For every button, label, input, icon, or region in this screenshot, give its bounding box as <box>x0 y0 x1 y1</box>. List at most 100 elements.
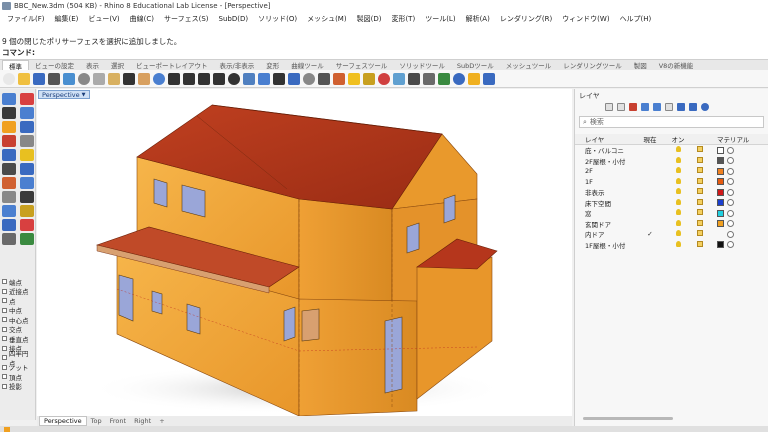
layer-name[interactable]: 非表示 <box>575 187 633 197</box>
tab-select[interactable]: 選択 <box>105 60 130 70</box>
osnap-checkbox[interactable] <box>2 288 7 294</box>
tool-icon-5[interactable] <box>2 121 16 133</box>
menu-help[interactable]: ヘルプ(H) <box>615 14 657 24</box>
zoom-extents-icon[interactable] <box>198 72 210 85</box>
material-icon[interactable] <box>727 230 734 238</box>
layer-lock-cell[interactable] <box>689 209 711 217</box>
layer-color-cell[interactable] <box>711 220 751 228</box>
tab-transform[interactable]: 変形 <box>260 60 285 70</box>
layer-color-cell[interactable] <box>711 178 751 186</box>
bulb-icon[interactable] <box>675 167 681 174</box>
tab-display[interactable]: 表示 <box>80 60 105 70</box>
osnap-checkbox[interactable] <box>2 307 7 313</box>
window-lower-2[interactable] <box>151 290 163 315</box>
layer-lock-cell[interactable] <box>689 240 711 249</box>
layer-color-swatch[interactable] <box>717 220 724 228</box>
layer-name[interactable]: 2F屋根・小付 <box>575 156 633 166</box>
delete-layer-icon[interactable] <box>629 103 637 111</box>
lock-icon[interactable] <box>697 230 703 237</box>
tool-icon-14[interactable] <box>20 177 34 189</box>
column-layer[interactable]: レイヤ <box>575 134 633 144</box>
osnap-item[interactable]: 点 <box>2 296 34 306</box>
hand-icon[interactable] <box>138 72 150 85</box>
tab-viewport-layout[interactable]: ビューポートレイアウト <box>130 60 214 70</box>
lock-icon[interactable] <box>697 209 703 216</box>
material-icon[interactable] <box>727 241 734 249</box>
add-viewport-icon[interactable]: + <box>155 417 168 425</box>
layer-lock-cell[interactable] <box>689 167 711 175</box>
menu-transform[interactable]: 変形(T) <box>386 14 420 24</box>
lock-icon[interactable] <box>697 167 703 174</box>
layer-icon[interactable] <box>258 72 270 85</box>
layer-tools-icon[interactable] <box>689 103 697 111</box>
display-icon[interactable] <box>408 72 420 85</box>
window-upper-3[interactable] <box>406 222 420 254</box>
tab-surface-tools[interactable]: サーフェスツール <box>330 60 394 70</box>
zoom-icon[interactable] <box>168 72 180 85</box>
menu-surface[interactable]: サーフェス(S) <box>159 14 214 24</box>
tool-icon-13[interactable] <box>2 177 16 189</box>
environment-icon[interactable] <box>438 72 450 85</box>
osnap-item[interactable]: 頂点 <box>2 372 34 382</box>
osnap-item[interactable]: 四半円点 <box>2 350 34 368</box>
window-lower-5[interactable] <box>301 308 320 342</box>
material-icon[interactable] <box>727 220 734 228</box>
lock-icon[interactable] <box>697 177 703 184</box>
move-down-icon[interactable] <box>653 103 661 111</box>
osnap-checkbox[interactable] <box>2 364 7 370</box>
layer-color-swatch[interactable] <box>717 231 724 238</box>
layer-search[interactable]: ⌕ 検索 <box>579 116 764 128</box>
tool-icon-1[interactable] <box>2 93 16 105</box>
perspective-viewport[interactable]: Perspective ▼ <box>37 89 572 416</box>
layer-on-cell[interactable] <box>667 146 689 154</box>
tool-icon-16[interactable] <box>20 191 34 203</box>
layer-on-cell[interactable] <box>667 188 689 196</box>
layer-row[interactable]: 非表示 <box>575 187 768 198</box>
osnap-item[interactable]: 端点 <box>2 277 34 287</box>
ray-icon[interactable] <box>393 72 405 85</box>
layer-row[interactable]: 庇・バルコニ <box>575 145 768 156</box>
tab-perspective[interactable]: Perspective <box>39 416 87 426</box>
tool-icon-19[interactable] <box>2 219 16 231</box>
layer-name[interactable]: 1F屋根・小付 <box>575 240 633 250</box>
column-material[interactable]: マテリアル <box>711 134 751 144</box>
command-line[interactable]: コマンド: <box>0 46 768 60</box>
copy-icon[interactable] <box>93 72 105 85</box>
tab-view-settings[interactable]: ビューの設定 <box>29 60 80 70</box>
osnap-item[interactable]: 交点 <box>2 325 34 334</box>
bulb-icon[interactable] <box>675 146 681 153</box>
osnap-checkbox[interactable] <box>2 326 7 332</box>
layer-on-cell[interactable] <box>667 240 689 249</box>
layer-row[interactable]: 内ドア ✓ <box>575 229 768 240</box>
window-lower-3[interactable] <box>186 303 201 335</box>
tab-front[interactable]: Front <box>106 417 130 425</box>
bulb-icon[interactable] <box>348 72 360 85</box>
layer-color-swatch[interactable] <box>717 146 724 154</box>
layer-on-cell[interactable] <box>667 167 689 175</box>
layer-color-cell[interactable] <box>711 241 751 249</box>
layer-color-swatch[interactable] <box>717 209 724 217</box>
lock-icon[interactable] <box>697 156 703 163</box>
osnap-checkbox[interactable] <box>2 317 7 323</box>
layer-color-cell[interactable] <box>711 157 751 165</box>
tab-curve-tools[interactable]: 曲線ツール <box>285 60 330 70</box>
menu-curve[interactable]: 曲線(C) <box>125 14 159 24</box>
print-icon[interactable] <box>48 72 60 85</box>
layer-color-cell[interactable] <box>711 146 751 154</box>
menu-dimension[interactable]: 製図(D) <box>352 14 387 24</box>
snap-icon[interactable] <box>303 72 315 85</box>
sphere-icon[interactable] <box>423 72 435 85</box>
layer-color-cell[interactable] <box>711 167 751 175</box>
layer-color-swatch[interactable] <box>717 167 724 175</box>
upper-right-wall[interactable] <box>298 198 393 305</box>
layer-color-cell[interactable] <box>711 199 751 207</box>
layer-lock-cell[interactable] <box>689 177 711 186</box>
osnap-item[interactable]: 垂直点 <box>2 334 34 344</box>
menu-file[interactable]: ファイル(F) <box>2 14 50 24</box>
filter-icon[interactable] <box>677 103 685 111</box>
move-parent-icon[interactable] <box>665 103 673 111</box>
bulb-icon[interactable] <box>675 230 681 237</box>
new-layer-icon[interactable] <box>605 103 613 111</box>
material-icon[interactable] <box>727 199 734 207</box>
material-icon[interactable] <box>727 209 734 217</box>
